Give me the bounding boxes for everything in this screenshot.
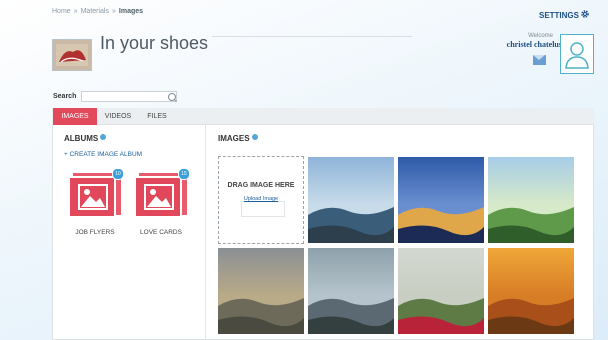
- image-icon: [68, 176, 116, 218]
- search-label: Search: [53, 93, 77, 100]
- breadcrumb-separator: »: [112, 8, 116, 15]
- albums-heading: ALBUMS: [64, 133, 107, 143]
- tab-videos[interactable]: VIDEOS: [97, 108, 139, 125]
- settings-label: SETTINGS: [538, 10, 579, 20]
- upload-image-link[interactable]: Upload Image: [219, 196, 303, 202]
- create-album-link[interactable]: + CREATE IMAGE ALBUM: [64, 151, 142, 158]
- settings-button[interactable]: SETTINGS: [539, 9, 590, 21]
- breadcrumb-separator: »: [73, 8, 78, 15]
- breadcrumb-home[interactable]: Home: [52, 8, 71, 15]
- tab-images[interactable]: IMAGES: [53, 108, 97, 125]
- album-label: LOVE CARDS: [140, 229, 182, 236]
- image-thumbnail[interactable]: [488, 157, 574, 243]
- albums-title: ALBUMS: [64, 134, 99, 143]
- breadcrumb: Home » Materials » Images: [52, 8, 143, 15]
- gear-icon: [580, 9, 590, 21]
- user-avatar[interactable]: [560, 34, 594, 74]
- image-thumbnail[interactable]: [398, 157, 484, 243]
- tab-files[interactable]: FILES: [139, 108, 175, 125]
- album-job-flyers[interactable]: 10: [68, 168, 124, 224]
- welcome-label: Welcome: [528, 33, 553, 39]
- album-count-badge: 15: [178, 168, 190, 180]
- mail-icon[interactable]: [533, 55, 546, 65]
- image-thumbnail[interactable]: [308, 248, 394, 334]
- breadcrumb-current: Images: [118, 8, 144, 15]
- album-label: JOB FLYERS: [75, 229, 115, 236]
- image-icon: [134, 176, 182, 218]
- image-thumbnail[interactable]: [308, 157, 394, 243]
- page-title: In your shoes: [100, 33, 209, 53]
- images-heading: IMAGES: [218, 133, 258, 143]
- username-link[interactable]: christel chatelus: [507, 40, 562, 49]
- info-icon[interactable]: [251, 133, 258, 140]
- image-thumbnail[interactable]: [398, 248, 484, 334]
- dropzone-text: DRAG IMAGE HERE: [227, 182, 295, 189]
- search-icon[interactable]: [168, 93, 176, 101]
- album-count-badge: 10: [112, 168, 124, 180]
- search-input[interactable]: [81, 91, 177, 102]
- image-thumbnail[interactable]: [488, 248, 574, 334]
- image-dropzone[interactable]: DRAG IMAGE HERE Upload Image: [218, 156, 304, 244]
- column-divider: [205, 125, 206, 340]
- album-love-cards[interactable]: 15: [134, 168, 190, 224]
- header-divider: [212, 36, 412, 37]
- group-avatar: [52, 39, 92, 71]
- images-title: IMAGES: [218, 134, 250, 143]
- breadcrumb-materials[interactable]: Materials: [81, 8, 109, 15]
- info-icon[interactable]: [100, 133, 107, 140]
- image-thumbnail[interactable]: [218, 248, 304, 334]
